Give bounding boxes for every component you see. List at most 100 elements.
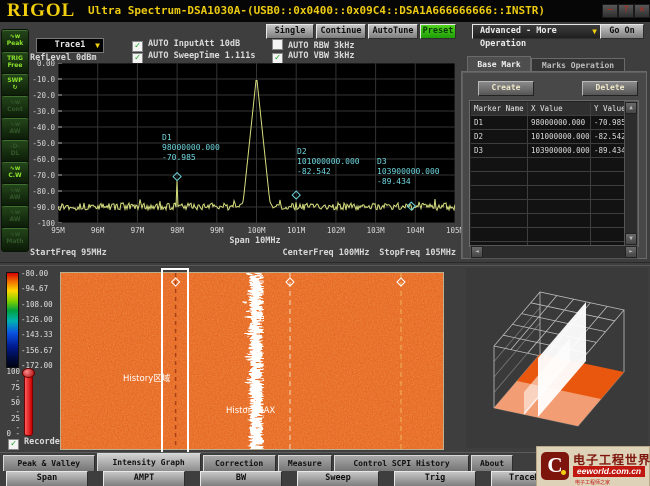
colorbar-tick-label: -156.67 <box>21 346 53 355</box>
scroll-right-icon[interactable]: ► <box>625 246 637 258</box>
3d-canvas <box>466 268 648 448</box>
colorbar-tick-label: -80.00 <box>21 269 48 278</box>
checkbox-check-icon: ✓ <box>8 439 19 450</box>
single-button[interactable]: Single <box>266 24 314 39</box>
advanced-dropdown-label: Advanced - More Operation <box>480 26 557 49</box>
table-row-empty <box>471 172 637 186</box>
close-button[interactable]: × <box>634 4 650 18</box>
marker-table: Marker NameX ValueY ValueD198000000.000-… <box>470 101 638 246</box>
vertical-scrollbar[interactable]: ▲ ▼ <box>624 101 638 246</box>
x-tick-label: 104M <box>398 226 432 235</box>
chevron-down-icon: ▼ <box>592 25 597 38</box>
x-tick-label: 100M <box>240 226 274 235</box>
marker-panel: Create Delete Marker NameX ValueY ValueD… <box>461 71 647 259</box>
ultra-spectrum-window: RIGOL Ultra Spectrum-DSA1030A-(USB0::0x0… <box>0 0 650 486</box>
delete-marker-button[interactable]: Delete <box>582 81 638 96</box>
table-row[interactable]: D2101000000.000-82.542 <box>471 130 637 144</box>
advanced-more-operation-dropdown[interactable]: Advanced - More Operation ▼ <box>472 24 603 39</box>
colorbar-tick-label: -143.33 <box>21 330 53 339</box>
marker-label-D2: 101000000.000 <box>297 157 360 166</box>
bw-button[interactable]: BW <box>200 471 282 486</box>
y-tick-label: -30.0 <box>28 107 55 116</box>
table-cell: 101000000.000 <box>528 130 591 143</box>
colorbar-tick-label: -126.00 <box>21 315 53 324</box>
stop-freq-label: StopFreq 105MHz <box>352 248 456 258</box>
watermark-domain: eeworld.com.cn <box>573 466 645 477</box>
go-on-button[interactable]: Go On <box>600 24 644 39</box>
horizontal-scrollbar[interactable]: ◄ ► <box>470 245 638 259</box>
minimize-button[interactable]: — <box>602 4 618 18</box>
table-header: Marker Name <box>471 102 528 115</box>
continue-button[interactable]: Continue <box>316 24 366 39</box>
x-tick-label: 96M <box>81 226 115 235</box>
watermark-slogan: 电子工程师之家 <box>575 479 610 486</box>
trace-select-value: Trace1 <box>55 40 86 50</box>
trig-button[interactable]: Trig <box>394 471 476 486</box>
tab-measure[interactable]: Measure <box>278 455 332 471</box>
waterfall-3d-view[interactable] <box>466 268 648 448</box>
tab-correction[interactable]: Correction <box>203 455 276 471</box>
sweep-button[interactable]: Sweep <box>297 471 379 486</box>
marker-table-header-row: Marker NameX ValueY Value <box>471 102 637 116</box>
eeworld-watermark: C 电子工程世界 eeworld.com.cn 电子工程师之家 <box>536 446 650 486</box>
intensity-waterfall[interactable]: History区域 HistoryMAX <box>60 272 444 450</box>
start-freq-label: StartFreq 95MHz <box>30 248 107 258</box>
scroll-up-icon[interactable]: ▲ <box>625 102 637 114</box>
x-tick-label: 99M <box>200 226 234 235</box>
x-tick-label: 95M <box>41 226 75 235</box>
tab-about[interactable]: About <box>471 455 513 471</box>
spectrum-plot[interactable]: D198000000.000-70.985D2101000000.000-82.… <box>58 63 455 223</box>
title-bar: RIGOL Ultra Spectrum-DSA1030A-(USB0::0x0… <box>0 0 650 22</box>
y-tick-label: -20.0 <box>28 91 55 100</box>
waterfall-selection-rectangle[interactable] <box>161 268 189 455</box>
create-marker-button[interactable]: Create <box>478 81 534 96</box>
marker-label-D3: -89.434 <box>377 177 411 186</box>
checkbox-label: AUTO SweepTime 1.111s <box>148 51 255 61</box>
autotune-button[interactable]: AutoTune <box>368 24 418 39</box>
history-depth-slider[interactable] <box>24 372 33 436</box>
table-row-empty <box>471 228 637 242</box>
eeworld-logo-icon: C <box>541 452 569 480</box>
span-button[interactable]: Span <box>6 471 88 486</box>
x-tick-label: 98M <box>160 226 194 235</box>
auto-checkbox-3[interactable]: AUTO RBW 3kHz <box>272 39 355 51</box>
colorbar-tick-label: -108.00 <box>21 300 53 309</box>
x-tick-label: 102M <box>319 226 353 235</box>
marker-label-D2: -82.542 <box>297 167 331 176</box>
preset-button[interactable]: Preset <box>420 24 456 39</box>
table-row[interactable]: D198000000.000-70.985 <box>471 116 637 130</box>
tab-control-scpi-history[interactable]: Control SCPI History <box>334 455 469 471</box>
span-label: Span 10MHz <box>195 236 315 246</box>
scroll-left-icon[interactable]: ◄ <box>471 246 483 258</box>
y-tick-label: 0.00 <box>28 59 55 68</box>
table-header: X Value <box>528 102 591 115</box>
table-cell: D2 <box>471 130 528 143</box>
waterfall-canvas: History区域 HistoryMAX <box>61 273 443 449</box>
checkbox-label: AUTO InputAtt 10dB <box>148 39 240 49</box>
tab-peak-valley[interactable]: Peak & Valley <box>3 455 95 471</box>
checkbox-label: AUTO RBW 3kHz <box>288 41 355 51</box>
slider-knob[interactable] <box>22 368 35 378</box>
table-cell: D1 <box>471 116 528 129</box>
y-tick-label: -80.0 <box>28 187 55 196</box>
history-max-label: HistoryMAX <box>226 406 275 416</box>
marker-label-D2: D2 <box>297 147 307 156</box>
scroll-down-icon[interactable]: ▼ <box>625 233 637 245</box>
table-row[interactable]: D3103900000.000-89.434 <box>471 144 637 158</box>
help-button[interactable]: ? <box>618 4 634 18</box>
y-tick-label: -70.0 <box>28 171 55 180</box>
table-cell: D3 <box>471 144 528 157</box>
trace-select-dropdown[interactable]: Trace1 ▼ <box>36 38 104 53</box>
y-tick-label: -40.0 <box>28 123 55 132</box>
y-tick-label: -50.0 <box>28 139 55 148</box>
section-divider <box>0 262 650 266</box>
intensity-colorbar <box>6 272 19 368</box>
marker-label-D1: D1 <box>162 133 172 142</box>
ampt-button[interactable]: AMPT <box>103 471 185 486</box>
y-tick-label: -60.0 <box>28 155 55 164</box>
x-tick-label: 97M <box>120 226 154 235</box>
sidebar-item-math[interactable]: ∿wMath <box>1 227 29 252</box>
recorder-checkbox[interactable]: ✓Recorder <box>8 437 65 450</box>
tab-intensity-graph[interactable]: Intensity Graph <box>97 453 201 471</box>
checkbox-label: AUTO VBW 3kHz <box>288 51 355 61</box>
